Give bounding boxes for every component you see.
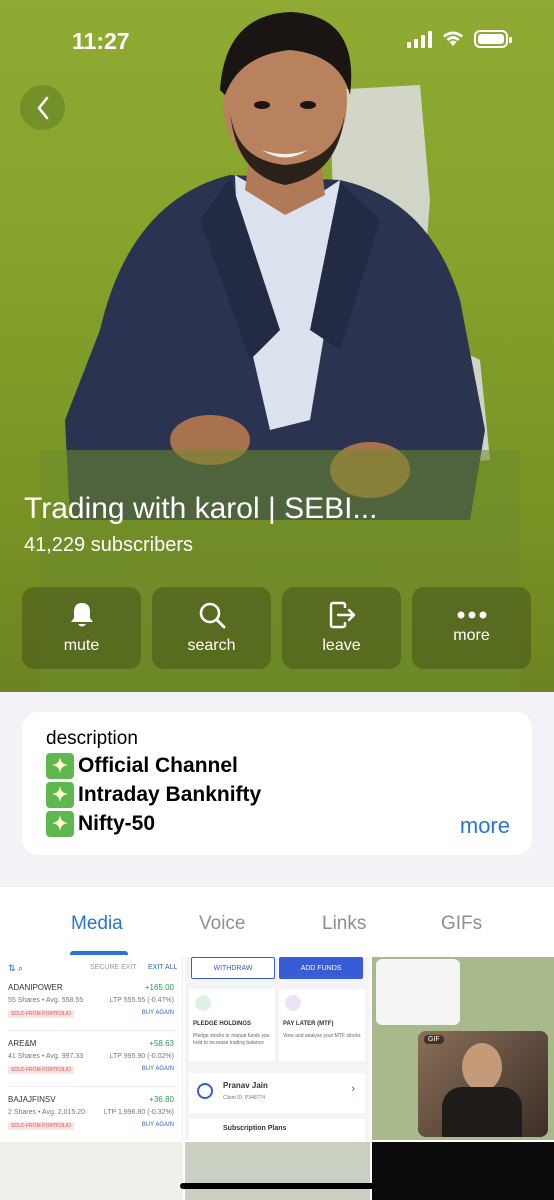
wifi-icon	[443, 31, 463, 46]
media-thumbnail[interactable]: GIF	[372, 957, 554, 1140]
description-line: ✦ Intraday Banknifty	[46, 782, 508, 808]
gif-preview: GIF	[418, 1031, 548, 1137]
search-label: search	[187, 637, 236, 654]
user-icon	[197, 1083, 213, 1099]
shared-media-panel: Media Voice Links GIFs ⇅ ⌕ SECURE EXIT E…	[0, 887, 554, 1200]
description-line: ✦ Official Channel	[46, 753, 508, 779]
home-indicator	[180, 1183, 375, 1189]
media-thumbnail[interactable]: WITHDRAW ADD FUNDS PLEDGE HOLDINGS Pledg…	[185, 957, 370, 1140]
channel-info: Trading with karol | SEBI... 41,229 subs…	[24, 492, 377, 557]
more-label: more	[453, 627, 490, 644]
media-thumbnail[interactable]	[372, 1142, 554, 1200]
subscriber-count: 41,229 subscribers	[24, 534, 193, 556]
media-thumbnail[interactable]	[185, 1142, 370, 1200]
mute-label: mute	[63, 637, 100, 654]
portfolio-row: BAJAJFINSV +36.80 2 Shares • Avg. 2,015.…	[8, 1095, 174, 1130]
chevron-left-icon	[37, 96, 48, 119]
channel-title: Trading with karol | SEBI...	[24, 492, 378, 525]
search-icon	[199, 602, 225, 629]
gif-badge: GIF	[424, 1035, 444, 1044]
sparkles-icon: ✦	[46, 753, 74, 779]
media-thumbnail[interactable]: ⇅ ⌕ SECURE EXIT EXIT ALL ADANIPOWER +165…	[0, 957, 183, 1140]
back-button[interactable]	[20, 85, 65, 130]
pledge-icon	[195, 995, 211, 1011]
chevron-right-icon: ›	[351, 1083, 355, 1095]
media-tabs: Media Voice Links GIFs	[0, 887, 554, 957]
tab-links[interactable]: Links	[322, 913, 366, 935]
more-button[interactable]: more	[412, 587, 531, 669]
description-card: description ✦ Official Channel ✦ Intrada…	[22, 712, 532, 855]
leave-button[interactable]: leave	[282, 587, 401, 669]
mute-button[interactable]: mute	[22, 587, 141, 669]
status-icons	[407, 30, 512, 48]
action-bar: mute search leave more	[22, 587, 531, 669]
battery-icon	[474, 30, 512, 48]
leave-icon	[329, 601, 355, 629]
search-button[interactable]: search	[152, 587, 271, 669]
portfolio-row: ARE&M +58.63 41 Shares • Avg. 997.33 LTP…	[8, 1039, 178, 1087]
more-icon	[457, 611, 486, 619]
portfolio-header: ⇅ ⌕ SECURE EXIT EXIT ALL	[8, 963, 178, 973]
signal-icon	[407, 30, 432, 48]
tab-gifs[interactable]: GIFs	[441, 913, 482, 935]
leave-label: leave	[322, 637, 361, 654]
active-tab-indicator	[70, 951, 128, 955]
sparkles-icon: ✦	[46, 782, 74, 808]
status-bar: 11:27	[0, 0, 554, 80]
status-time: 11:27	[72, 28, 130, 54]
description-title: description	[46, 728, 138, 749]
bell-icon	[70, 603, 93, 627]
sparkles-icon: ✦	[46, 811, 74, 837]
portfolio-row: ADANIPOWER +165.00 55 Shares • Avg. 558.…	[8, 983, 178, 1031]
exit-all-label: EXIT ALL	[148, 964, 178, 971]
secure-exit-label: SECURE EXIT	[90, 964, 137, 971]
media-grid: ⇅ ⌕ SECURE EXIT EXIT ALL ADANIPOWER +165…	[0, 957, 554, 1200]
description-more-link[interactable]: more	[460, 813, 510, 839]
tab-voice[interactable]: Voice	[199, 913, 245, 935]
description-line: ✦ Nifty-50	[46, 811, 508, 837]
channel-header: 11:27 Trading with karol | SEBI... 41,22…	[0, 0, 554, 692]
tab-media[interactable]: Media	[71, 913, 123, 935]
pay-later-icon	[285, 995, 301, 1011]
media-thumbnail[interactable]	[0, 1142, 183, 1200]
